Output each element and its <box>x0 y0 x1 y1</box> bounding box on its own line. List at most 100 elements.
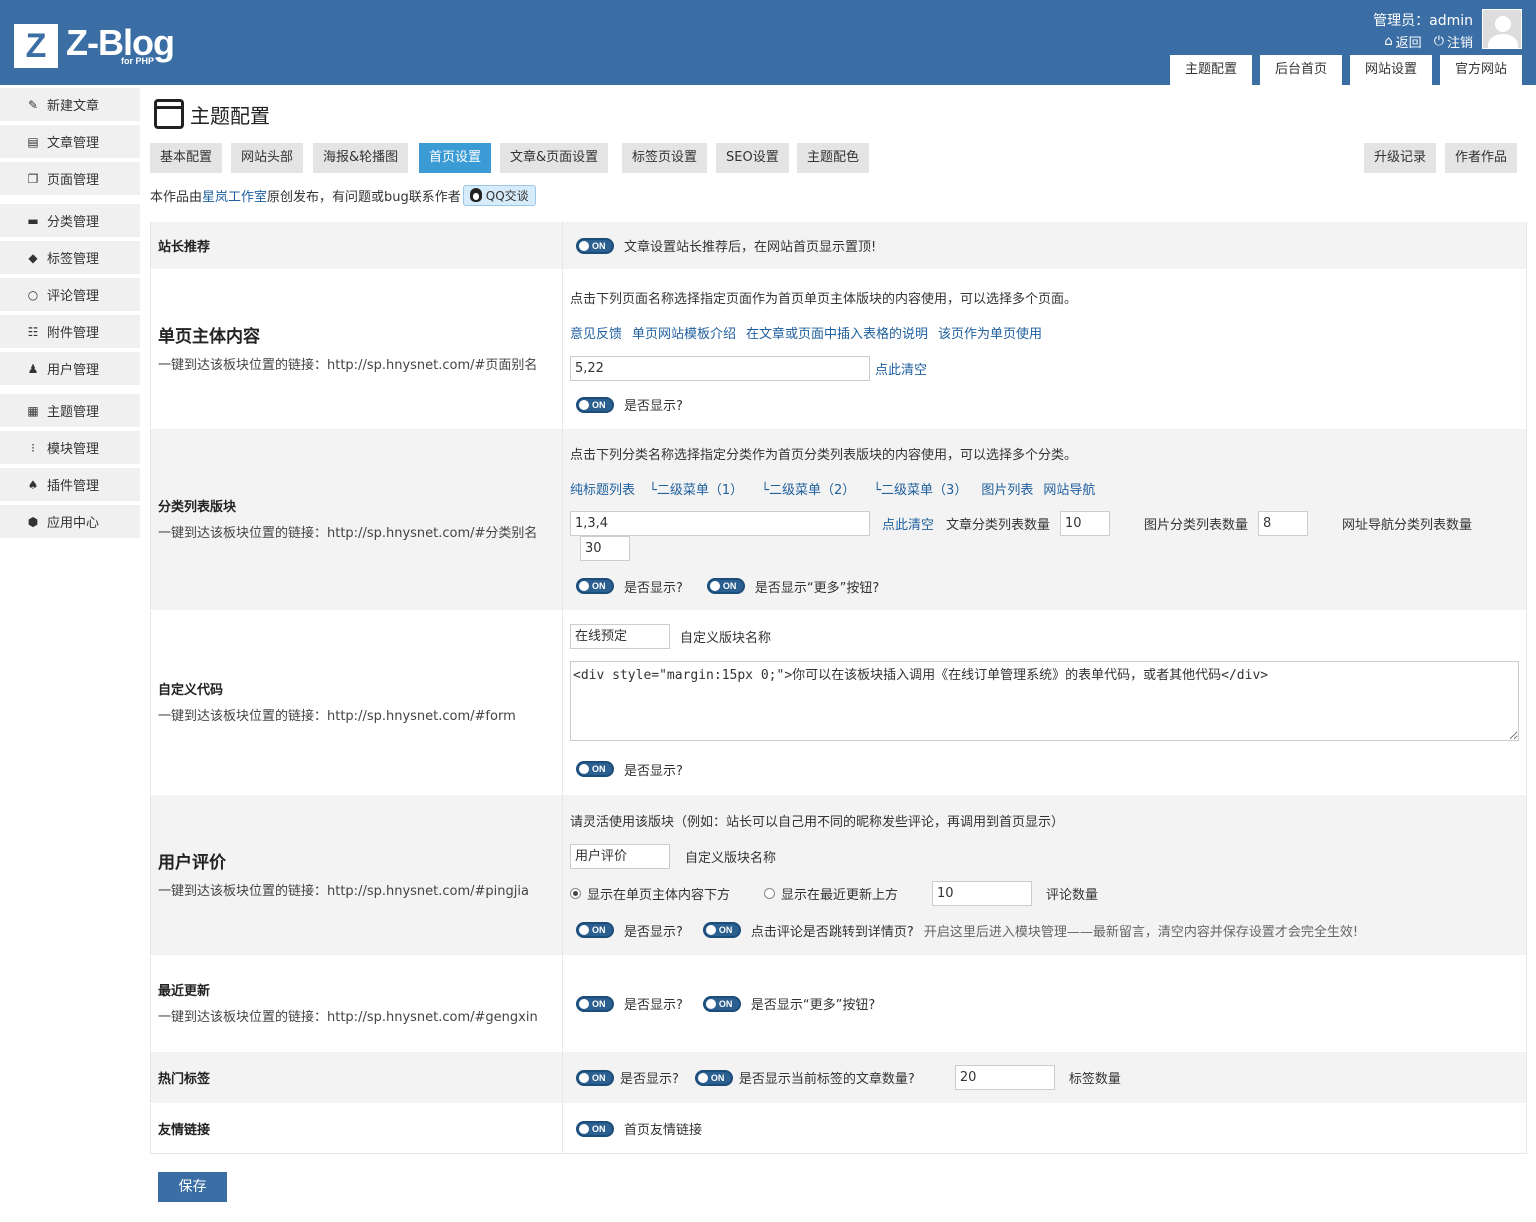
top-tabs: 主题配置 后台首页 网站设置 官方网站 <box>1169 55 1522 85</box>
tab-home-settings[interactable]: 首页设置 <box>419 143 492 173</box>
tab-changelog[interactable]: 升级记录 <box>1364 143 1437 173</box>
row-anchor-link: 一键到达该板块位置的链接：http://sp.hnysnet.com/#ping… <box>158 884 529 899</box>
sidebar-item-comments[interactable]: ○ 评论管理 <box>0 278 140 311</box>
page-option[interactable]: 单页网站模板介绍 <box>632 323 736 342</box>
review-show-toggle[interactable]: ON <box>576 922 614 938</box>
sidebar-item-app-center[interactable]: ⬢ 应用中心 <box>0 505 140 538</box>
sidebar-item-plugins[interactable]: ♠ 插件管理 <box>0 468 140 501</box>
sidebar-item-articles[interactable]: ▤ 文章管理 <box>0 125 140 158</box>
top-tab-dashboard[interactable]: 后台首页 <box>1259 55 1342 85</box>
custom-code-show-toggle[interactable]: ON <box>576 761 614 777</box>
row-category-list: 分类列表版块 一键到达该板块位置的链接：http://sp.hnysnet.co… <box>150 428 1527 611</box>
app-center-icon: ⬢ <box>27 514 39 529</box>
category-more-toggle[interactable]: ON <box>706 578 745 594</box>
tab-banner[interactable]: 海报&轮播图 <box>313 143 409 173</box>
logo-mark: Z <box>14 24 58 68</box>
category-option[interactable]: └二级菜单（2） <box>761 479 855 498</box>
sidebar-item-users[interactable]: ♟ 用户管理 <box>0 352 140 385</box>
row-hint: 请灵活使用该版块（例如：站长可以自己用不同的昵称发些评论，再调用到首页显示） <box>570 814 1065 830</box>
row-anchor-link: 一键到达该板块位置的链接：http://sp.hnysnet.com/#geng… <box>158 1009 538 1025</box>
studio-link[interactable]: 星岚工作室 <box>202 186 267 205</box>
tag-icon: ◆ <box>28 250 38 265</box>
row-anchor-link: 一键到达该板块位置的链接：http://sp.hnysnet.com/#页面别名 <box>158 358 538 373</box>
category-option[interactable]: └二级菜单（1） <box>649 479 743 498</box>
row-recommend: 站长推荐 ON 文章设置站长推荐后，在网站首页显示置顶! <box>150 221 1527 270</box>
friend-links-toggle[interactable]: ON <box>576 1120 614 1137</box>
tab-basic[interactable]: 基本配置 <box>150 143 223 173</box>
tag-count-input[interactable]: 20 <box>954 1065 1055 1090</box>
tab-theme-color[interactable]: 主题配色 <box>797 143 870 173</box>
admin-label: 管理员：admin <box>1373 13 1473 29</box>
sidebar-item-new-article[interactable]: ✎ 新建文章 <box>0 88 140 121</box>
tab-article-page[interactable]: 文章&页面设置 <box>500 143 609 173</box>
category-option[interactable]: 网站导航 <box>1043 479 1095 498</box>
nav-count-input[interactable]: 30 <box>580 536 630 561</box>
sidebar-item-categories[interactable]: ▬ 分类管理 <box>0 204 140 237</box>
review-count-input[interactable]: 10 <box>932 881 1033 906</box>
tab-seo[interactable]: SEO设置 <box>716 143 789 173</box>
row-hint: 点击下列分类名称选择指定分类作为首页分类列表版块的内容使用，可以选择多个分类。 <box>570 447 1078 463</box>
page-option[interactable]: 该页作为单页使用 <box>938 323 1042 342</box>
module-icon: ⁝ <box>31 440 35 455</box>
radio-below-main[interactable] <box>570 888 581 899</box>
clear-categories-link[interactable]: 点此清空 <box>882 514 934 533</box>
top-tab-official-site[interactable]: 官方网站 <box>1439 55 1522 85</box>
logo-sub: for PHP <box>121 56 155 66</box>
recent-show-toggle[interactable]: ON <box>576 995 614 1012</box>
clear-pages-link[interactable]: 点此清空 <box>875 359 927 378</box>
sidebar-item-attachments[interactable]: ☷ 附件管理 <box>0 315 140 348</box>
top-tab-site-settings[interactable]: 网站设置 <box>1349 55 1432 85</box>
category-show-toggle[interactable]: ON <box>576 578 614 594</box>
row-hint: 点击下列页面名称选择指定页面作为首页单页主体版块的内容使用，可以选择多个页面。 <box>570 292 1078 307</box>
custom-code-textarea[interactable]: <div style="margin:15px 0;">你可以在该板块插入调用《… <box>570 661 1519 741</box>
sidebar-item-modules[interactable]: ⁝ 模块管理 <box>0 431 140 464</box>
review-jump-toggle[interactable]: ON <box>702 922 741 938</box>
image-count-input[interactable]: 8 <box>1258 511 1309 536</box>
row-title: 用户评价 <box>158 853 226 873</box>
back-link[interactable]: ⌂ 返回 <box>1384 32 1421 51</box>
row-anchor-link: 一键到达该板块位置的链接：http://sp.hnysnet.com/#分类别名 <box>158 525 538 541</box>
home-settings-table: 站长推荐 ON 文章设置站长推荐后，在网站首页显示置顶! 单页主体内容 一键到达… <box>150 221 1527 1154</box>
config-tabs: 基本配置 网站头部 海报&轮播图 首页设置 文章&页面设置 标签页设置 SEO设… <box>150 143 1527 173</box>
category-option[interactable]: 纯标题列表 <box>570 479 635 498</box>
article-count-input[interactable]: 10 <box>1060 511 1111 536</box>
row-title: 单页主体内容 <box>158 327 260 347</box>
tab-header[interactable]: 网站头部 <box>231 143 304 173</box>
custom-block-name-input[interactable]: 在线预定 <box>570 624 670 649</box>
row-hot-tags: 热门标签 ON 是否显示? ON 是否显示当前标签的文章数量? 20 标签数量 <box>150 1051 1527 1104</box>
review-block-name-input[interactable]: 用户评价 <box>570 844 670 869</box>
row-title: 最近更新 <box>158 983 211 999</box>
avatar[interactable] <box>1482 9 1522 49</box>
window-icon <box>154 99 184 129</box>
save-button[interactable]: 保存 <box>158 1172 227 1202</box>
header: Z Z-Blog for PHP 管理员：admin ⌂ 返回 ⏻ 注销 主题配置 … <box>0 0 1536 85</box>
page-ids-input[interactable]: 5,22 <box>570 355 870 381</box>
logout-link[interactable]: ⏻ 注销 <box>1434 32 1473 51</box>
zblog-logo[interactable]: Z Z-Blog for PHP <box>14 22 194 72</box>
sidebar-item-pages[interactable]: ❐ 页面管理 <box>0 162 140 195</box>
sidebar-item-tags[interactable]: ◆ 标签管理 <box>0 241 140 274</box>
tab-tag-page[interactable]: 标签页设置 <box>622 143 708 173</box>
hot-tags-show-toggle[interactable]: ON <box>576 1069 614 1086</box>
category-option[interactable]: └二级菜单（3） <box>873 479 967 498</box>
row-custom-code: 自定义代码 一键到达该板块位置的链接：http://sp.hnysnet.com… <box>150 610 1527 795</box>
recent-more-toggle[interactable]: ON <box>702 995 741 1012</box>
radio-above-recent[interactable] <box>764 888 776 899</box>
article-icon: ▤ <box>27 134 39 149</box>
top-tab-theme-config[interactable]: 主题配置 <box>1169 55 1252 85</box>
plugin-icon: ♠ <box>27 477 39 492</box>
category-option[interactable]: 图片列表 <box>981 479 1033 498</box>
recommend-toggle[interactable]: ON <box>576 237 614 254</box>
comment-icon: ○ <box>27 287 39 302</box>
page-option[interactable]: 意见反馈 <box>570 323 622 342</box>
user-links: ⌂ 返回 ⏻ 注销 <box>1384 32 1473 51</box>
category-ids-input[interactable]: 1,3,4 <box>570 511 870 536</box>
single-page-show-toggle[interactable]: ON <box>576 396 614 413</box>
tab-author-works[interactable]: 作者作品 <box>1445 143 1518 173</box>
qq-chat-button[interactable]: QQ交谈 <box>462 184 536 206</box>
page-option[interactable]: 在文章或页面中插入表格的说明 <box>746 323 928 342</box>
folder-icon: ▬ <box>27 213 39 228</box>
hot-tags-count-toggle[interactable]: ON <box>694 1069 733 1086</box>
row-title: 热门标签 <box>158 1072 211 1087</box>
sidebar-item-themes[interactable]: ▦ 主题管理 <box>0 394 140 427</box>
